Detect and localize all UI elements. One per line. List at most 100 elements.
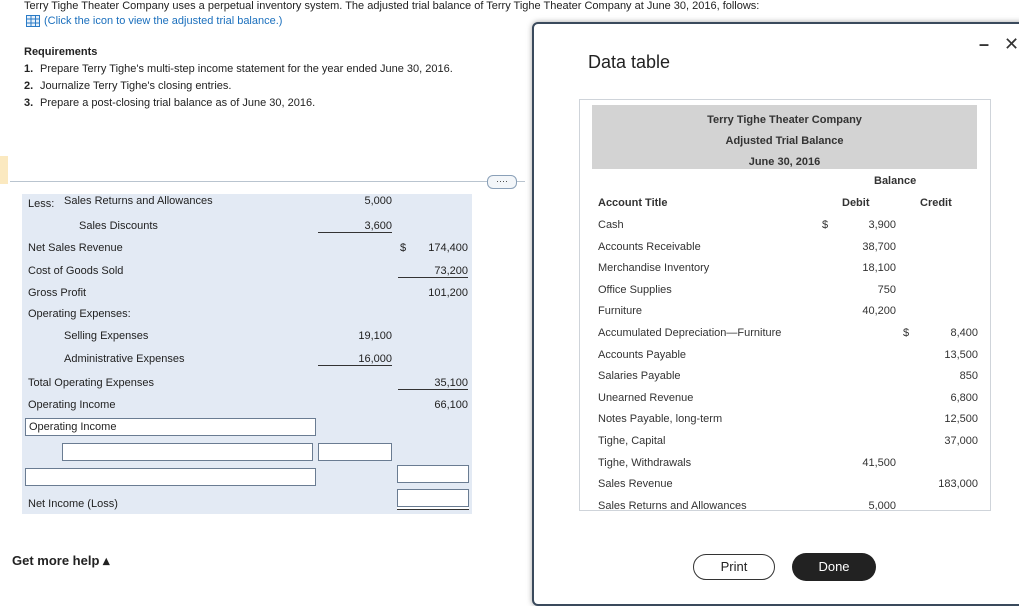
statement-date: June 30, 2016 (748, 156, 821, 168)
statement-row: Operating Expenses: (22, 304, 472, 326)
trial-balance-table: Terry Tighe Theater Company Adjusted Tri… (579, 99, 991, 511)
row-label: Sales Returns and Allowances (64, 195, 213, 207)
row-label: Cost of Goods Sold (28, 265, 124, 277)
credit-amount: 13,500 (944, 348, 978, 361)
requirement-2: 2. Journalize Terry Tighe's closing entri… (24, 80, 453, 92)
requirements-title: Requirements (24, 46, 98, 58)
close-button[interactable]: ✕ (1004, 34, 1019, 55)
requirement-3: 3. Prepare a post-closing trial balance a… (24, 97, 453, 109)
row-label: Administrative Expenses (64, 353, 185, 365)
statement-row: Administrative Expenses 16,000 (22, 349, 472, 371)
statement-row: Net Sales Revenue $ 174,400 (22, 238, 472, 260)
statement-row: Gross Profit 101,200 (22, 283, 472, 305)
section-divider (10, 181, 525, 182)
row-label: Operating Expenses: (28, 308, 131, 320)
row-label: Total Operating Expenses (28, 377, 154, 389)
table-icon[interactable] (26, 15, 40, 27)
statement-row: Selling Expenses 19,100 (22, 326, 472, 348)
company-name: Terry Tighe Theater Company (707, 114, 862, 126)
data-table-dialog: Data table – ✕ Terry Tighe Theater Compa… (532, 22, 1019, 606)
table-heading: Terry Tighe Theater Company Adjusted Tri… (592, 105, 977, 169)
statement-row: Cost of Goods Sold 73,200 (22, 261, 472, 283)
statement-row: Total Operating Expenses 35,100 (22, 373, 472, 395)
net-income-label: Net Income (Loss) (28, 498, 118, 510)
dialog-title: Data table (588, 52, 671, 72)
balance-header: Balance (874, 175, 917, 187)
less-label: Less: (28, 198, 55, 210)
account-select-input[interactable]: Operating Income (25, 418, 316, 436)
row-label: Operating Income (28, 399, 116, 411)
amount-c2: 35,100 (398, 377, 468, 390)
account-name: Merchandise Inventory (598, 262, 710, 275)
amount-c1: 19,100 (358, 330, 392, 342)
row-label: Selling Expenses (64, 330, 149, 342)
statement-name: Adjusted Trial Balance (725, 135, 844, 147)
account-name: Office Supplies (598, 283, 672, 296)
amount-c2: 174,400 (428, 242, 468, 254)
account-select-input[interactable] (62, 443, 313, 461)
credit-amount: 850 (959, 370, 978, 383)
amount-input-c2[interactable] (397, 465, 469, 483)
debit-amount: 41,500 (862, 456, 896, 469)
account-name: Cash (598, 219, 624, 231)
amount-input-c1[interactable] (318, 443, 392, 461)
problem-intro: Terry Tighe Theater Company uses a perpe… (24, 0, 760, 12)
requirement-1: 1. Prepare Terry Tighe's multi-step incom… (24, 63, 453, 75)
amount-c1: 5,000 (364, 195, 392, 207)
requirement-text: Prepare a post-closing trial balance as … (40, 97, 316, 109)
row-label: Sales Discounts (79, 220, 158, 232)
expand-more-button[interactable]: ···· (487, 175, 517, 189)
debit-amount: 38,700 (862, 240, 896, 253)
amount-c1: 16,000 (318, 353, 392, 366)
requirement-text: Journalize Terry Tighe's closing entries… (40, 80, 232, 92)
statement-row: Less: Sales Returns and Allowances 5,000 (22, 194, 472, 216)
minimize-button[interactable]: – (979, 34, 989, 55)
requirement-number: 2. (24, 80, 34, 92)
debit-amount: 3,900 (868, 219, 896, 231)
get-more-help-button[interactable]: Get more help ▴ (12, 553, 110, 569)
statement-row: Operating Income 66,100 (22, 395, 472, 417)
view-trial-balance-link[interactable]: (Click the icon to view the adjusted tri… (26, 15, 282, 27)
account-select-input[interactable] (25, 468, 316, 486)
credit-amount: 8,400 (950, 327, 978, 339)
account-title-header: Account Title (598, 197, 668, 209)
row-label: Gross Profit (28, 287, 87, 299)
credit-header: Credit (920, 197, 952, 209)
credit-amount: 183,000 (938, 478, 978, 491)
dollar-sign: $ (903, 327, 910, 339)
account-name: Notes Payable, long-term (598, 413, 723, 426)
credit-amount: 37,000 (944, 435, 978, 447)
debit-amount: 40,200 (862, 305, 896, 318)
statement-row: Sales Discounts 3,600 (22, 216, 472, 238)
done-button[interactable]: Done (792, 553, 876, 581)
dollar-sign: $ (822, 219, 829, 231)
account-name: Salaries Payable (598, 370, 681, 383)
requirement-number: 1. (24, 63, 34, 75)
view-trial-balance-text[interactable]: (Click the icon to view the adjusted tri… (44, 15, 282, 27)
debit-header: Debit (842, 197, 870, 209)
amount-c2: 101,200 (428, 287, 468, 299)
debit-amount: 750 (877, 283, 896, 296)
account-name: Furniture (598, 305, 643, 318)
amount-c1: 3,600 (318, 220, 392, 233)
credit-amount: 12,500 (944, 413, 978, 426)
net-income-input[interactable] (397, 489, 469, 507)
amount-c2: 66,100 (434, 399, 468, 411)
account-name: Accounts Payable (598, 348, 687, 361)
requirements-list: 1. Prepare Terry Tighe's multi-step incom… (24, 63, 453, 109)
account-name: Tighe, Capital (598, 435, 666, 447)
account-name: Accounts Receivable (598, 240, 701, 253)
requirement-number: 3. (24, 97, 34, 109)
account-name: Unearned Revenue (598, 391, 694, 404)
account-name: Sales Revenue (598, 478, 673, 491)
account-name: Tighe, Withdrawals (598, 456, 692, 469)
focus-indicator (0, 156, 8, 184)
amount-c2: 73,200 (398, 265, 468, 278)
debit-amount: 18,100 (862, 262, 896, 275)
income-statement: Less: Sales Returns and Allowances 5,000… (22, 194, 472, 514)
account-name: Accumulated Depreciation—Furniture (598, 327, 782, 339)
row-label: Net Sales Revenue (28, 242, 123, 254)
print-button[interactable]: Print (693, 554, 775, 580)
credit-amount: 6,800 (950, 391, 978, 404)
account-name: Sales Returns and Allowances (598, 499, 747, 511)
